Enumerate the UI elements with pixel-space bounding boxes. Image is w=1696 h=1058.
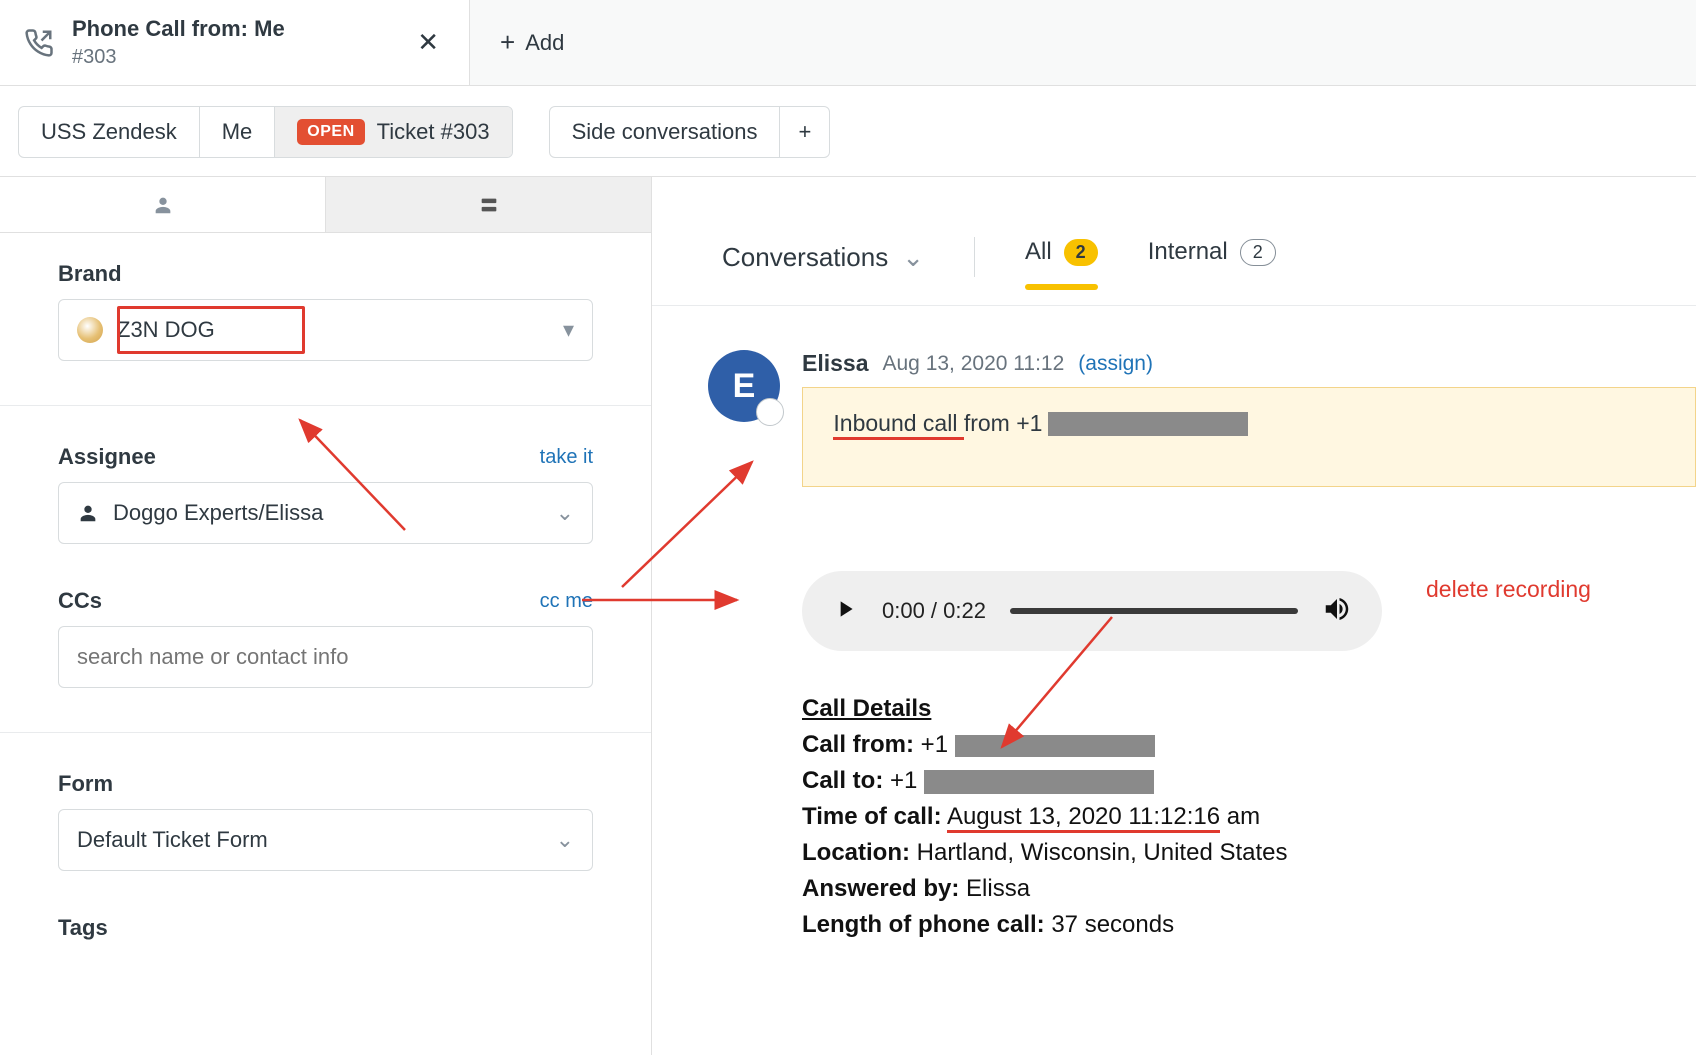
comment-meta: Elissa Aug 13, 2020 11:12 (assign) [802,350,1696,377]
conversation-header: Conversations ⌄ All 2 Internal 2 [652,177,1696,293]
side-conversations-group: Side conversations + [549,106,831,158]
user-badge-icon [759,401,783,425]
left-tab-fields[interactable] [326,177,651,232]
left-subtabs [0,177,651,233]
plus-icon: + [500,27,515,58]
audio-track[interactable] [1010,608,1298,614]
org-button[interactable]: USS Zendesk [19,107,200,157]
ccs-label: CCs [58,588,102,614]
call-details: Call Details Call from: +1 Call to: +1 T… [802,695,1696,943]
brand-select[interactable]: Z3N DOG ▾ [58,299,593,361]
conversations-label: Conversations [722,242,888,273]
ticket-tab[interactable]: Phone Call from: Me #303 ✕ [0,0,470,85]
redacted-number [924,770,1154,794]
audio-player[interactable]: 0:00 / 0:22 [802,571,1382,651]
comment-body: Elissa Aug 13, 2020 11:12 (assign) Inbou… [802,350,1696,943]
tab-internal-label: Internal [1148,238,1228,266]
left-form: Brand Z3N DOG ▾ Assignee take it [0,233,651,953]
ccs-label-row: CCs cc me [58,588,593,614]
chevron-down-icon: ⌄ [556,500,574,526]
assignee-select[interactable]: Doggo Experts/Elissa ⌄ [58,482,593,544]
user-button[interactable]: Me [200,107,276,157]
count-badge-all: 2 [1064,239,1098,266]
ticket-crumb-label: Ticket #303 [377,119,490,145]
user-icon [77,502,99,524]
take-it-link[interactable]: take it [540,446,593,469]
ccs-input[interactable] [58,626,593,688]
assignee-label: Assignee [58,444,156,470]
avatar-initial: E [733,367,756,406]
breadcrumb-group: USS Zendesk Me OPEN Ticket #303 [18,106,513,158]
divider [974,237,975,277]
audio-player-row: 0:00 / 0:22 delete recording [802,527,1696,651]
top-tab-bar: Phone Call from: Me #303 ✕ + Add [0,0,1696,86]
call-to: Call to: +1 [802,763,1696,799]
brand-label: Brand [58,261,593,287]
form-label: Form [58,771,593,797]
ticket-crumb[interactable]: OPEN Ticket #303 [275,107,511,157]
call-length: Length of phone call: 37 seconds [802,907,1696,943]
chevron-down-icon: ⌄ [902,242,924,273]
action-bar: USS Zendesk Me OPEN Ticket #303 Side con… [0,86,1696,177]
count-badge-internal: 2 [1240,239,1276,266]
main-split: Brand Z3N DOG ▾ Assignee take it [0,177,1696,1055]
tab-title: Phone Call from: Me [72,15,285,44]
conversations-dropdown[interactable]: Conversations ⌄ [722,242,924,273]
brand-value: Z3N DOG [117,317,215,343]
plus-icon: + [798,119,811,145]
play-button[interactable] [832,596,858,627]
comment-block: E Elissa Aug 13, 2020 11:12 (assign) Inb… [708,350,1696,943]
volume-icon[interactable] [1322,594,1352,629]
time-display: 0:00 / 0:22 [882,598,986,624]
add-side-conversation-button[interactable]: + [780,107,829,157]
assign-link[interactable]: (assign) [1078,352,1153,376]
tab-internal[interactable]: Internal 2 [1148,238,1276,276]
form-select[interactable]: Default Ticket Form ⌄ [58,809,593,871]
comment-timestamp: Aug 13, 2020 11:12 [883,352,1065,376]
status-badge: OPEN [297,119,364,145]
tab-subtitle: #303 [72,44,285,70]
call-location: Location: Hartland, Wisconsin, United St… [802,835,1696,871]
redacted-number [1048,412,1248,436]
delete-recording-link[interactable]: delete recording [1426,576,1591,603]
right-panel: Conversations ⌄ All 2 Internal 2 E [652,177,1696,1055]
fields-icon [478,194,500,216]
form-value: Default Ticket Form [77,827,268,853]
add-tab-label: Add [525,30,564,56]
commenter-name: Elissa [802,350,869,377]
tags-label: Tags [58,915,593,941]
assignee-value: Doggo Experts/Elissa [113,500,323,526]
call-from: Call from: +1 [802,727,1696,763]
side-conversations-button[interactable]: Side conversations [550,107,781,157]
brand-avatar-icon [77,317,103,343]
tab-close-button[interactable]: ✕ [411,21,445,64]
user-icon [152,194,174,216]
add-tab-button[interactable]: + Add [470,0,594,85]
tab-all-label: All [1025,238,1052,266]
chevron-down-icon: ⌄ [556,827,574,853]
chevron-down-icon: ▾ [563,317,574,343]
phone-incoming-icon [24,28,54,58]
left-tab-user[interactable] [0,177,326,232]
cc-me-link[interactable]: cc me [540,590,593,613]
call-details-heading: Call Details [802,695,1696,723]
internal-note: Inbound call from +1 [802,387,1696,487]
redacted-number [955,735,1155,757]
tab-all[interactable]: All 2 [1025,238,1098,276]
left-panel: Brand Z3N DOG ▾ Assignee take it [0,177,652,1055]
avatar: E [708,350,780,422]
call-answered-by: Answered by: Elissa [802,871,1696,907]
call-time: Time of call: August 13, 2020 11:12:16 a… [802,799,1696,835]
inbound-call-text: Inbound call from +1 [827,410,1671,437]
assignee-label-row: Assignee take it [58,444,593,470]
